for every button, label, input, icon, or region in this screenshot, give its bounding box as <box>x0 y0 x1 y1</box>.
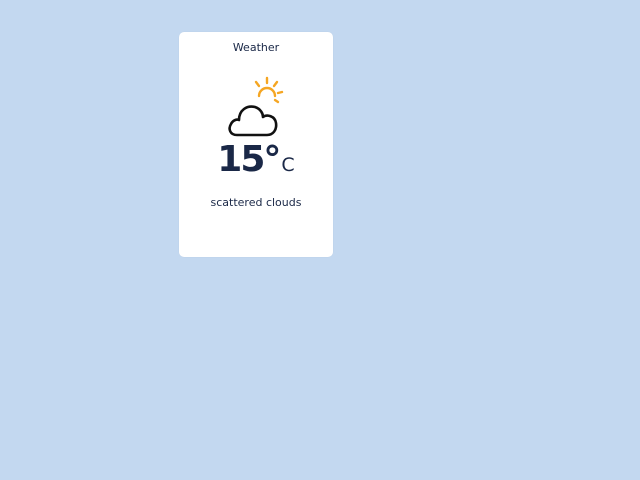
weather-widget: Weather 15° C scattered clouds <box>179 32 333 257</box>
temperature-display: 15° C <box>179 142 333 178</box>
weather-description: scattered clouds <box>210 196 302 209</box>
temperature-value: 15° <box>217 139 281 180</box>
partly-cloudy-icon <box>227 74 287 140</box>
widget-title: Weather <box>232 41 280 54</box>
temperature-unit: C <box>281 154 295 176</box>
